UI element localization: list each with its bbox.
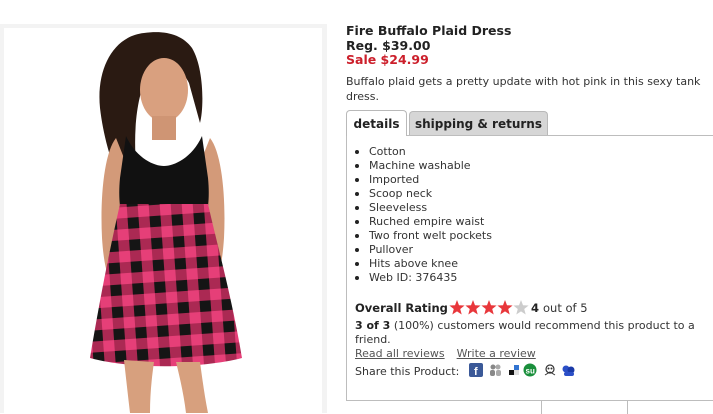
write-review-link[interactable]: Write a review [457,347,536,360]
list-item: Ruched empire waist [353,215,492,229]
list-item: Pullover [353,243,492,257]
product-photo[interactable] [4,28,322,413]
tab-shipping-returns[interactable]: shipping & returns [409,111,548,135]
share-label: Share this Product: [355,365,460,378]
model-in-plaid-dress-image [90,32,242,413]
star-filled-icon [481,300,497,315]
read-all-reviews-link[interactable]: Read all reviews [355,347,445,360]
list-item: Sleeveless [353,201,492,215]
digg-icon[interactable] [542,363,556,377]
rating-out-of: out of 5 [543,301,588,315]
recommend-count: 3 of 3 [355,319,391,332]
star-filled-icon [449,300,465,315]
product-description: Buffalo plaid gets a pretty update with … [346,75,701,103]
product-image-panel [0,24,327,413]
lower-section-border [346,400,713,414]
rating-value: 4 [531,301,540,315]
feature-list: Cotton Machine washable Imported Scoop n… [353,145,492,285]
list-item: Hits above knee [353,257,492,271]
rating-stars [449,299,529,316]
list-item: Cotton [353,145,492,159]
column-divider [627,401,628,414]
svg-text:su: su [526,367,535,376]
star-filled-icon [465,300,481,315]
details-panel: Cotton Machine washable Imported Scoop n… [346,135,713,401]
svg-text:f: f [474,366,478,377]
myspace-icon[interactable] [489,363,503,377]
star-filled-icon [497,300,513,315]
review-links: Read all reviews Write a review [355,347,536,360]
sale-price: Sale $24.99 [346,52,429,67]
stumbleupon-icon[interactable]: su [523,363,537,377]
rating-label: Overall Rating [355,301,448,315]
product-title: Fire Buffalo Plaid Dress [346,23,512,38]
column-divider [541,401,542,414]
list-item: Scoop neck [353,187,492,201]
list-item: Machine washable [353,159,492,173]
list-item: Two front welt pockets [353,229,492,243]
recommend-percent: (100%) [393,319,434,332]
list-item: Imported [353,173,492,187]
windows-live-icon[interactable] [561,363,575,377]
list-item: Web ID: 376435 [353,271,492,285]
tab-details[interactable]: details [346,110,407,136]
facebook-icon[interactable]: f [469,363,483,378]
star-empty-icon [513,300,529,315]
recommend-summary: 3 of 3 (100%) customers would recommend … [355,319,707,347]
delicious-icon[interactable] [507,363,521,377]
regular-price: Reg. $39.00 [346,38,431,53]
